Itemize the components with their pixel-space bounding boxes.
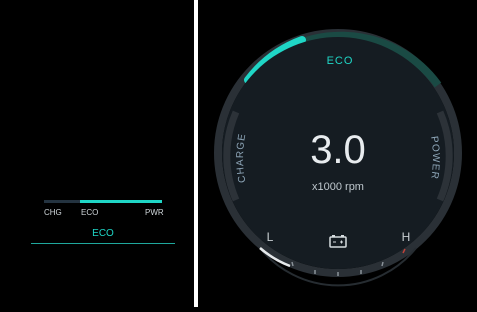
power-label: POWER: [428, 135, 441, 180]
eco-label: ECO: [81, 208, 99, 217]
chg-label: CHG: [44, 208, 62, 217]
gauge-panel: ECO CHARGE POWER 3.0 x1000 rpm L H: [198, 0, 477, 307]
gauge-mode-label: ECO: [327, 55, 354, 67]
low-label: L: [267, 230, 274, 244]
mini-cluster-panel: CHG ECO PWR ECO: [0, 0, 194, 307]
high-label: H: [402, 230, 411, 244]
pwr-label: PWR: [145, 208, 164, 217]
drive-mode-label: ECO: [92, 228, 114, 239]
eco-bar-segment: [80, 200, 162, 203]
rpm-value: 3.0: [310, 128, 366, 172]
rpm-unit: x1000 rpm: [312, 181, 364, 193]
mode-underline: [31, 243, 175, 244]
charge-bar-segment: [44, 200, 80, 203]
rpm-gauge: ECO CHARGE POWER 3.0 x1000 rpm L H: [214, 29, 462, 287]
